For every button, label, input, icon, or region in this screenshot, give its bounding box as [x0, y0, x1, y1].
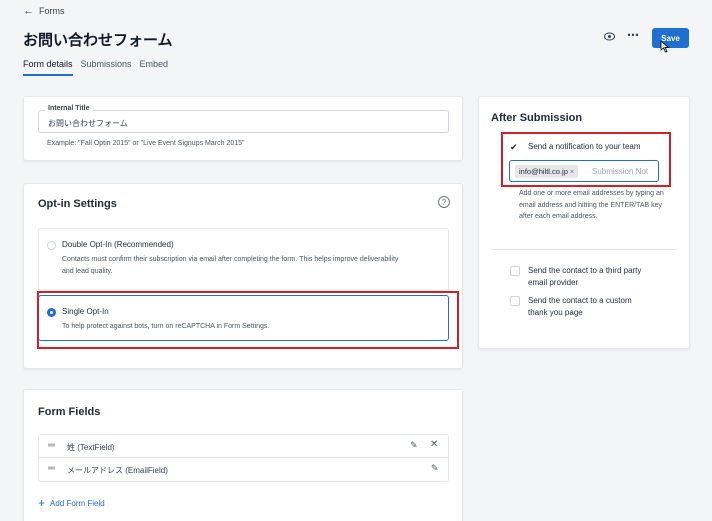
add-form-field-button[interactable]: + Add Form Field [38, 496, 105, 510]
plus-icon: + [38, 496, 46, 510]
drag-handle-icon[interactable]: ═ [48, 463, 55, 474]
third-party-label-line2: email provider [528, 278, 579, 287]
drag-handle-icon[interactable]: ═ [48, 440, 55, 451]
arrow-left-icon: ← [23, 5, 34, 17]
double-optin-radio[interactable] [47, 241, 56, 250]
help-icon[interactable]: ? [438, 196, 450, 208]
email-hint: Add one or more email addresses by typin… [519, 190, 664, 220]
edit-pencil-icon[interactable]: ✎ [410, 440, 418, 451]
mouse-pointer-icon [660, 40, 670, 56]
third-party-label: Send the contact to a third party email p… [528, 265, 641, 289]
back-link-label: Forms [39, 6, 65, 16]
page-header: ← Forms お問い合わせフォーム Form details Submissi… [0, 0, 712, 88]
internal-title-label: Internal Title [45, 105, 93, 112]
custom-thankyou-label-line1: Send the contact to a custom [528, 296, 632, 305]
tab-bar: Form details Submissions Embed [23, 59, 168, 76]
checkbox[interactable] [510, 296, 520, 306]
checkbox[interactable] [510, 266, 520, 276]
double-optin-option[interactable]: Double Opt-In (Recommended) Contacts mus… [38, 228, 449, 291]
tab-embed[interactable]: Embed [140, 59, 169, 76]
preview-eye-icon[interactable] [604, 32, 615, 44]
internal-title-card: Internal Title お問い合わせフォーム Example: "Fall… [23, 96, 463, 161]
internal-title-input[interactable]: Internal Title お問い合わせフォーム [38, 105, 449, 133]
remove-x-icon[interactable]: ✕ [430, 439, 438, 450]
tab-submissions[interactable]: Submissions [81, 59, 132, 76]
custom-thankyou-label: Send the contact to a custom thank you pa… [528, 295, 632, 319]
third-party-checkbox-row[interactable]: Send the contact to a third party email p… [510, 265, 641, 289]
edit-pencil-icon[interactable]: ✎ [431, 463, 439, 474]
double-optin-desc-line1: Contacts must confirm their subscription… [62, 256, 399, 263]
double-optin-desc-line2: and lead quality. [62, 268, 113, 275]
highlight-box-single-optin [37, 291, 459, 349]
page-title: お問い合わせフォーム [23, 32, 173, 49]
field-label: 姓 (TextField) [67, 443, 115, 452]
more-options-icon[interactable]: ⋯ [627, 28, 639, 42]
list-item[interactable]: ═ 姓 (TextField) ✎ ✕ [39, 435, 448, 458]
third-party-label-line1: Send the contact to a third party [528, 266, 642, 275]
double-optin-label: Double Opt-In (Recommended) [62, 240, 174, 249]
form-fields-title: Form Fields [38, 406, 101, 418]
internal-title-value: お問い合わせフォーム [48, 119, 128, 128]
field-label: メールアドレス (EmailField) [67, 466, 168, 475]
back-link[interactable]: ← Forms [23, 5, 65, 17]
form-fields-card: Form Fields ═ 姓 (TextField) ✎ ✕ ═ メールアドレ… [23, 389, 463, 521]
internal-title-hint: Example: "Fall Optin 2015" or "Live Even… [47, 140, 245, 147]
after-submission-title: After Submission [491, 112, 583, 124]
optin-settings-title: Opt-in Settings [38, 198, 117, 210]
custom-thankyou-label-line2: thank you page [528, 308, 583, 317]
custom-thankyou-checkbox-row[interactable]: Send the contact to a custom thank you pa… [510, 295, 632, 319]
add-form-field-label: Add Form Field [50, 498, 105, 508]
save-button[interactable]: Save [652, 28, 689, 48]
highlight-box-notification [501, 132, 671, 187]
divider [491, 249, 677, 250]
form-fields-list: ═ 姓 (TextField) ✎ ✕ ═ メールアドレス (EmailFiel… [38, 434, 449, 482]
list-item[interactable]: ═ メールアドレス (EmailField) ✎ [39, 458, 448, 481]
tab-form-details[interactable]: Form details [23, 59, 73, 76]
